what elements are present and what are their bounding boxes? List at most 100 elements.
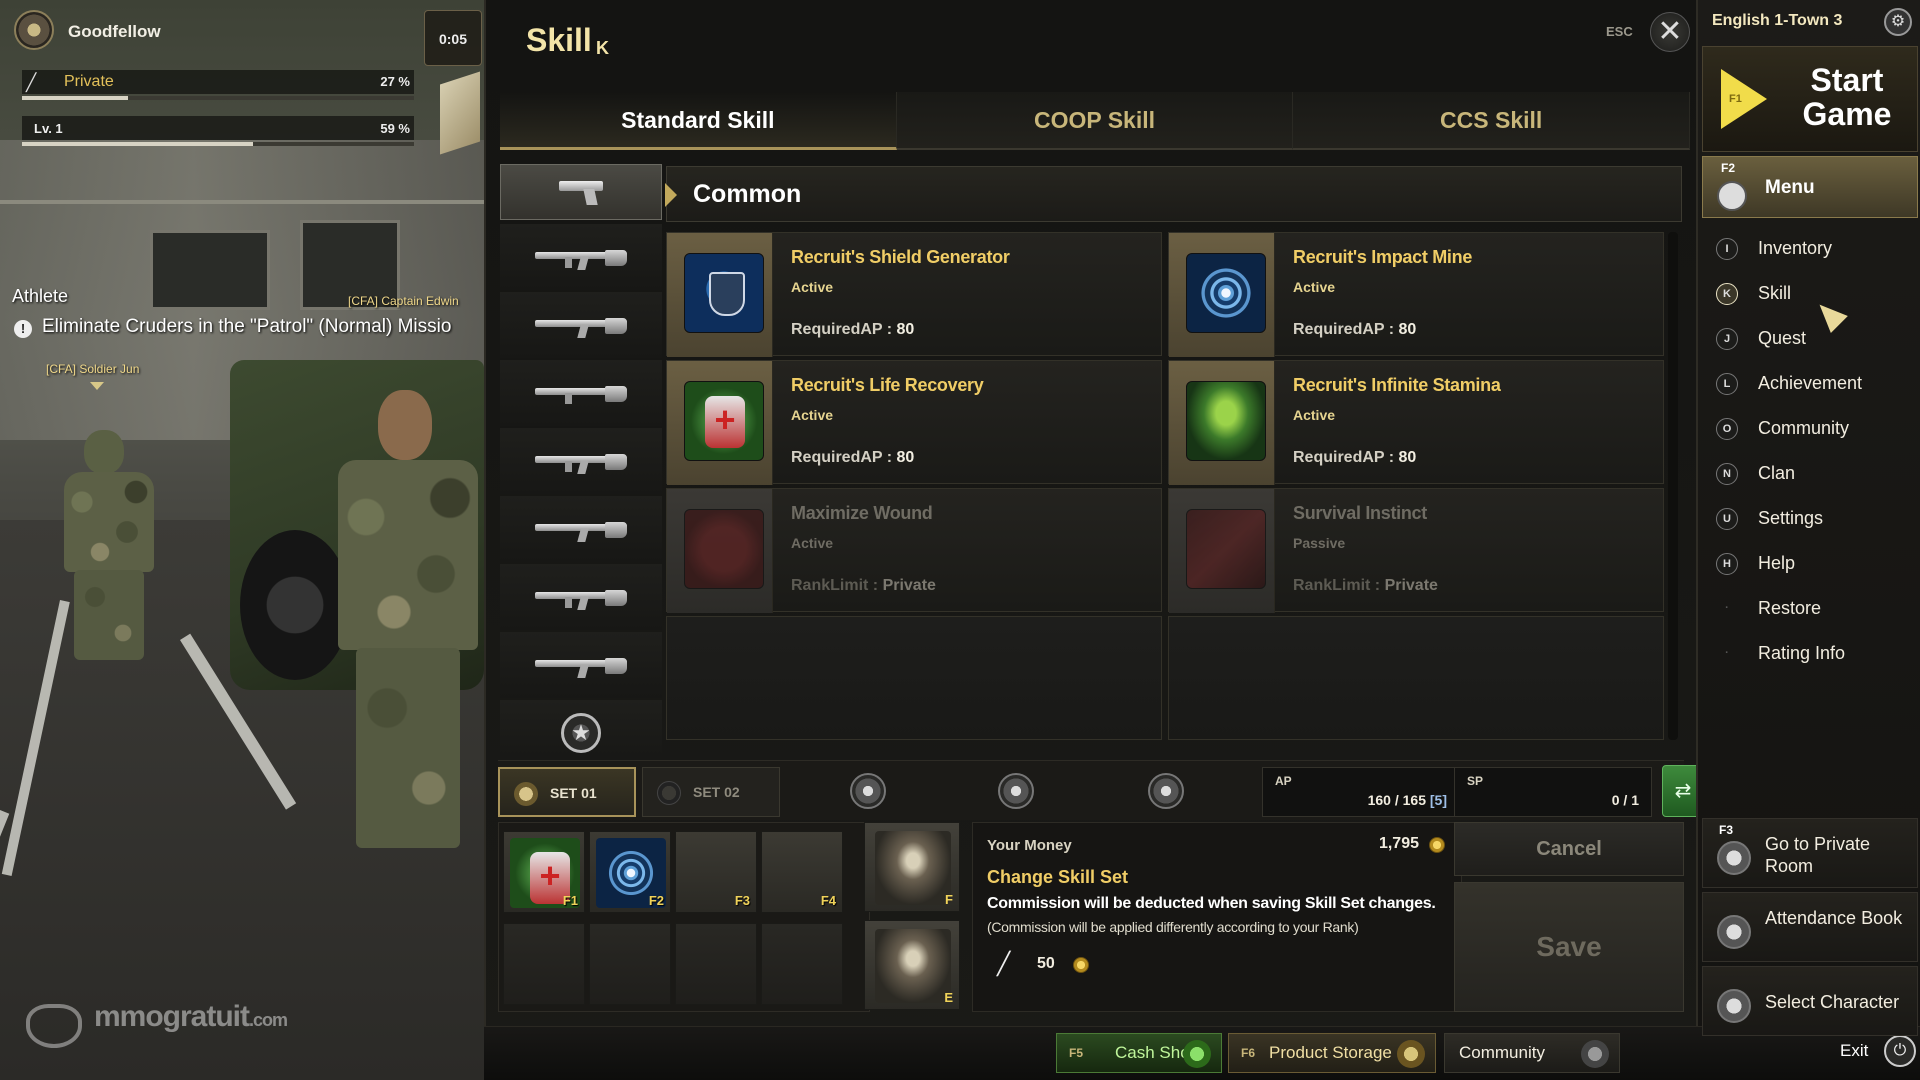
- skill-name: Recruit's Life Recovery: [791, 375, 984, 395]
- menu-item-community[interactable]: O Community: [1712, 408, 1912, 453]
- menu-item-label: Help: [1758, 553, 1796, 573]
- save-button[interactable]: Save: [1454, 882, 1684, 1012]
- category-shotgun[interactable]: [500, 292, 662, 358]
- menu-item-label: Community: [1758, 418, 1850, 438]
- start-game-button[interactable]: F1 Start Game: [1702, 46, 1918, 152]
- req-label: RankLimit :: [791, 577, 883, 594]
- skill-card-infinite-stamina[interactable]: Recruit's Infinite Stamina Active Requir…: [1168, 360, 1664, 485]
- menu-item-settings[interactable]: U Settings: [1712, 498, 1912, 543]
- menu-item-achievement[interactable]: L Achievement: [1712, 363, 1912, 408]
- menu-item-label: Inventory: [1758, 238, 1833, 258]
- quest-tracker[interactable]: ! Eliminate Cruders in the "Patrol" (Nor…: [14, 314, 484, 344]
- server-select-icon[interactable]: ⚙: [1884, 8, 1912, 36]
- tab-standard-skill[interactable]: Standard Skill: [500, 92, 897, 150]
- skill-requirement: RankLimit : Private: [1293, 577, 1438, 595]
- category-emblem[interactable]: ★: [500, 700, 662, 766]
- category-pistol[interactable]: [500, 164, 662, 220]
- skill-grid-scrollbar[interactable]: [1668, 232, 1678, 740]
- ap-bonus: [5]: [1429, 792, 1447, 808]
- req-label: RequiredAP :: [791, 321, 897, 338]
- exit-label[interactable]: Exit: [1840, 1041, 1868, 1061]
- hotkey-badge: H: [1716, 553, 1738, 575]
- req-value: 80: [1398, 321, 1417, 338]
- category-rifle[interactable]: [500, 428, 662, 494]
- skill-card-maximize-wound[interactable]: Maximize Wound Active RankLimit : Privat…: [666, 488, 1162, 613]
- flag-icon: [440, 71, 480, 155]
- level-label: Lv. 1: [34, 121, 63, 136]
- skill-slot-empty[interactable]: [503, 923, 585, 1005]
- menu-item-help[interactable]: H Help: [1712, 543, 1912, 588]
- weapon-category-list: ★: [500, 164, 662, 766]
- menu-item-label: Skill: [1758, 283, 1792, 303]
- cancel-button[interactable]: Cancel: [1454, 822, 1684, 876]
- category-smg[interactable]: [500, 360, 662, 426]
- menu-item-clan[interactable]: N Clan: [1712, 453, 1912, 498]
- slot-key: F1: [562, 893, 578, 908]
- skill-slot-f1[interactable]: F1: [503, 831, 585, 913]
- skill-slot-f4[interactable]: F4: [761, 831, 843, 913]
- special-slot-f[interactable]: F: [864, 822, 960, 912]
- product-storage-button[interactable]: F6 Product Storage: [1228, 1033, 1436, 1073]
- skill-thumb: [667, 233, 773, 357]
- category-sniper[interactable]: [500, 496, 662, 562]
- close-button[interactable]: ✕: [1650, 12, 1690, 52]
- special-slot-e[interactable]: E: [864, 920, 960, 1010]
- locked-set-icon[interactable]: [850, 773, 886, 809]
- ap-label: AP: [1275, 774, 1292, 788]
- locked-set-icon[interactable]: [1148, 773, 1184, 809]
- rifle-icon: [535, 448, 627, 474]
- hotkey-badge: L: [1716, 373, 1738, 395]
- menu-item-inventory[interactable]: I Inventory: [1712, 228, 1912, 273]
- locked-set-icon[interactable]: [998, 773, 1034, 809]
- skill-name: Recruit's Shield Generator: [791, 247, 1010, 267]
- hotkey-badge: J: [1716, 328, 1738, 350]
- skill-type: Active: [791, 535, 834, 551]
- skill-card-survival-instinct[interactable]: Survival Instinct Passive RankLimit : Pr…: [1168, 488, 1664, 613]
- machine-gun-icon: [535, 584, 627, 610]
- hotkey-badge: U: [1716, 508, 1738, 530]
- attendance-book-button[interactable]: Attendance Book: [1702, 892, 1918, 962]
- commission-subnote: (Commission will be applied differently …: [987, 919, 1359, 935]
- req-value: Private: [1384, 577, 1438, 594]
- skill-slot-empty[interactable]: [761, 923, 843, 1005]
- soldier-portrait-icon: [875, 831, 951, 905]
- category-assault-rifle[interactable]: [500, 224, 662, 290]
- sp-max: / 1: [1623, 792, 1639, 808]
- req-value: 80: [896, 449, 915, 466]
- skill-thumb: [667, 489, 773, 613]
- set-tab-02[interactable]: SET 02: [642, 767, 780, 817]
- skill-slot-f3[interactable]: F3: [675, 831, 757, 913]
- req-value: 80: [896, 321, 915, 338]
- shotgun-icon: [535, 312, 627, 338]
- tab-coop-skill[interactable]: COOP Skill: [896, 92, 1294, 150]
- skill-card-shield-generator[interactable]: Recruit's Shield Generator Active Requir…: [666, 232, 1162, 357]
- menu-header[interactable]: F2 Menu: [1702, 156, 1918, 218]
- shield-icon: [684, 253, 764, 333]
- req-value: Private: [882, 577, 936, 594]
- menu-item-restore[interactable]: · Restore: [1712, 588, 1912, 633]
- private-room-button[interactable]: F3 Go to Private Room: [1702, 818, 1918, 888]
- category-machine-gun[interactable]: [500, 564, 662, 630]
- rank-name: Private: [64, 73, 114, 90]
- watermark-logo-icon: [26, 1004, 82, 1048]
- money-value: 1,795: [1378, 835, 1419, 852]
- watermark: mmogratuit.com: [94, 1000, 288, 1034]
- cash-shop-button[interactable]: F5 Cash Shop: [1056, 1033, 1222, 1073]
- select-character-button[interactable]: Select Character: [1702, 966, 1918, 1036]
- set-tab-01[interactable]: SET 01: [498, 767, 636, 817]
- skill-requirement: RequiredAP : 80: [791, 321, 914, 339]
- power-icon[interactable]: ⏻: [1884, 1035, 1916, 1067]
- npc-soldier-jun[interactable]: [50, 430, 170, 660]
- community-button[interactable]: Community: [1444, 1033, 1620, 1073]
- skill-slot-f2[interactable]: F2: [589, 831, 671, 913]
- skill-thumb: [1169, 233, 1275, 357]
- menu-item-rating-info[interactable]: · Rating Info: [1712, 633, 1912, 678]
- skill-slot-empty[interactable]: [589, 923, 671, 1005]
- tab-ccs-skill[interactable]: CCS Skill: [1293, 92, 1691, 150]
- menu-item-quest[interactable]: J Quest: [1712, 318, 1912, 363]
- category-launcher[interactable]: [500, 632, 662, 698]
- menu-item-label: Clan: [1758, 463, 1796, 483]
- skill-card-impact-mine[interactable]: Recruit's Impact Mine Active RequiredAP …: [1168, 232, 1664, 357]
- skill-slot-empty[interactable]: [675, 923, 757, 1005]
- skill-card-life-recovery[interactable]: Recruit's Life Recovery Active RequiredA…: [666, 360, 1162, 485]
